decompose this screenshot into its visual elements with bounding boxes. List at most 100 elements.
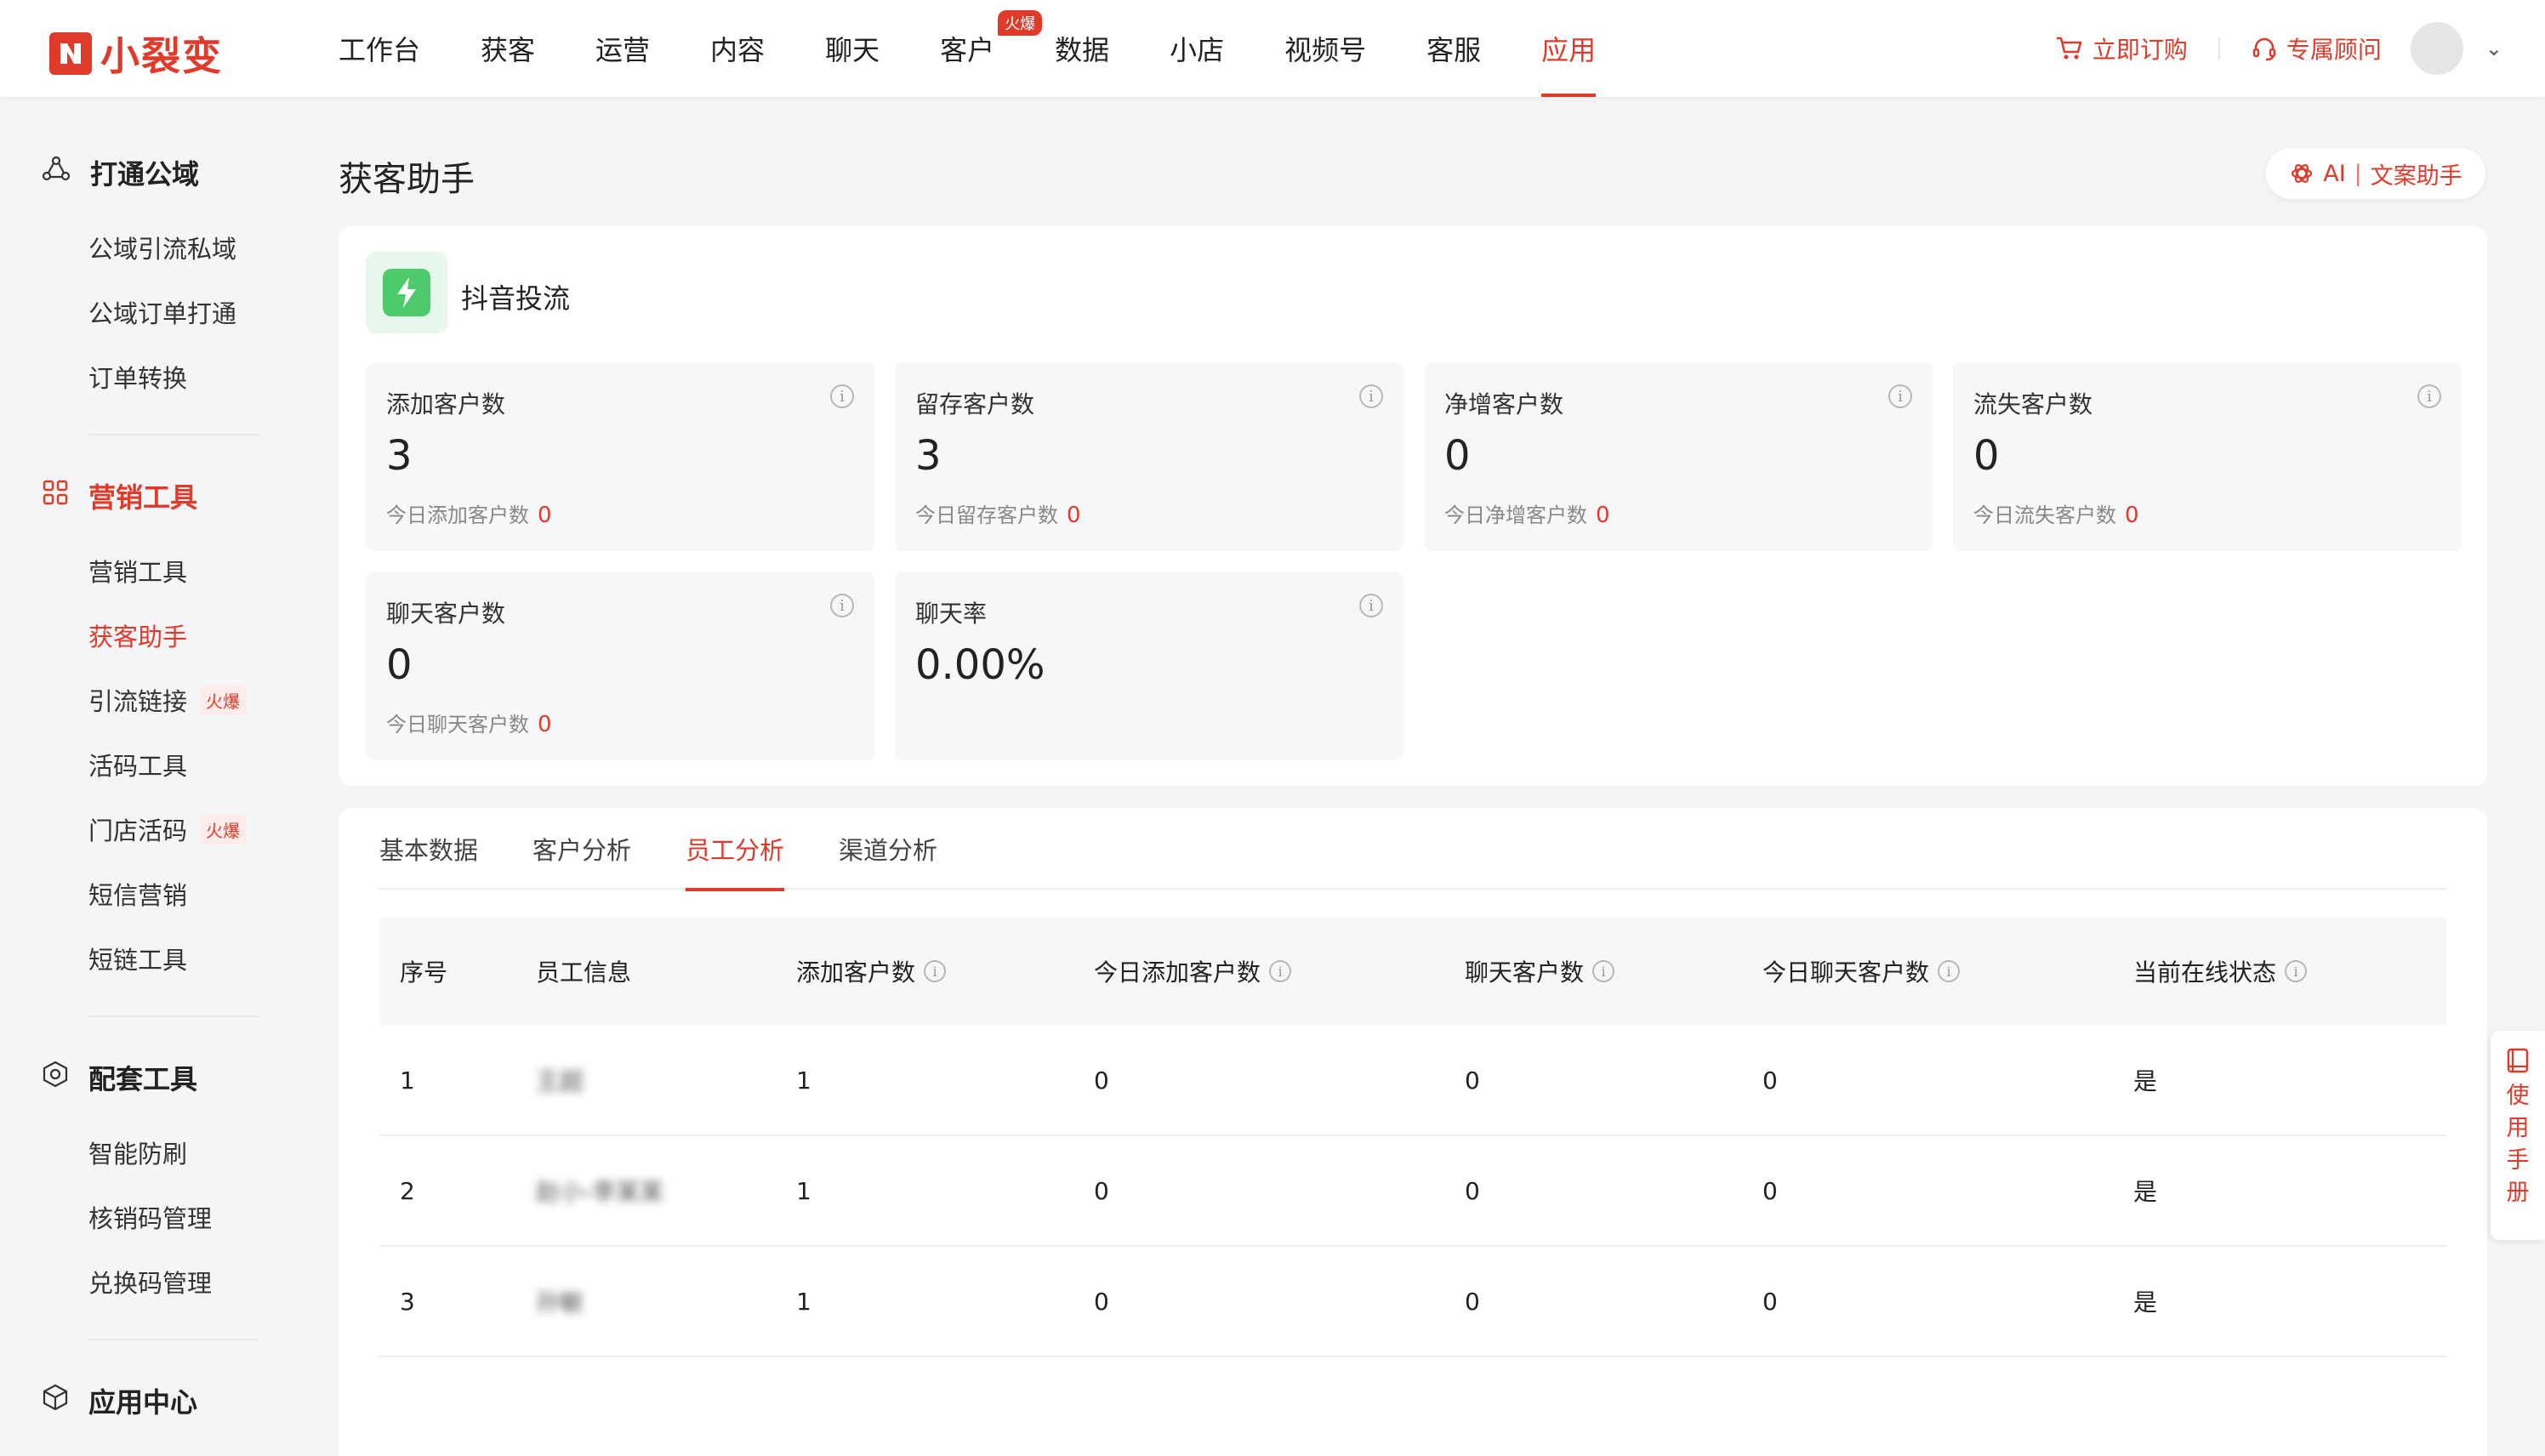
sidebar-item[interactable]: 短信营销 [88, 876, 187, 912]
info-icon[interactable]: i [1592, 960, 1615, 982]
main-nav: 工作台 获客 运营 内容 聊天 客户 火爆 数据 小店 视频号 客服 应用 [339, 0, 1656, 97]
sidebar-item[interactable]: 核销码管理 [88, 1199, 212, 1235]
info-icon[interactable]: i [830, 384, 854, 408]
manual-char: 手 [2506, 1147, 2530, 1174]
sidebar-item[interactable]: 营销工具 [88, 553, 187, 589]
nav-item-7[interactable]: 小店 [1170, 0, 1224, 97]
nav-item-4[interactable]: 聊天 [825, 0, 880, 97]
logo[interactable]: 小裂变 [49, 26, 223, 82]
table-cell: 1 [796, 1287, 811, 1316]
table-cell: 0 [1465, 1287, 1480, 1316]
stat-card: 聊天客户数 i 0 今日聊天客户数 0 [366, 572, 874, 760]
nav-item-6[interactable]: 数据 [1055, 0, 1109, 97]
nav-label: 应用 [1541, 34, 1597, 66]
nav-item-2[interactable]: 运营 [595, 0, 650, 97]
column-header: 序号 [400, 954, 447, 988]
logo-mark-icon [49, 32, 92, 75]
ai-copywriter-button[interactable]: AI | 文案助手 [2266, 148, 2485, 199]
sidebar-item[interactable]: 公域订单打通 [88, 294, 236, 330]
info-icon[interactable]: i [924, 960, 947, 982]
stat-card: 留存客户数 i 3 今日留存客户数 0 [895, 362, 1403, 551]
sidebar-section-1[interactable]: 营销工具 [41, 476, 197, 515]
nav-item-9[interactable]: 客服 [1426, 0, 1481, 97]
column-header-label: 序号 [400, 958, 448, 987]
sidebar: 打通公域 公域引流私域 公域订单打通 订单转换 营销工具 营销工具 获客助手 引流链接 火爆 活码… [0, 97, 306, 1456]
sidebar-item-label: 营销工具 [88, 558, 188, 587]
sidebar-item[interactable]: 短链工具 [88, 941, 187, 976]
nav-label: 客服 [1426, 34, 1482, 66]
order-button[interactable]: 立即订购 [2055, 31, 2188, 65]
nav-item-0[interactable]: 工作台 [339, 0, 420, 97]
nav-label: 获客 [481, 34, 536, 66]
tab-3[interactable]: 渠道分析 [839, 808, 937, 890]
douyin-flow-icon [366, 252, 447, 333]
sidebar-item[interactable]: 引流链接 火爆 [88, 682, 248, 718]
info-icon[interactable]: i [1359, 594, 1383, 617]
sidebar-section-0[interactable]: 打通公域 [41, 153, 199, 192]
nav-item-10[interactable]: 应用 [1541, 0, 1597, 97]
table-cell: 0 [1762, 1287, 1778, 1316]
advisor-button[interactable]: 专属顾问 [2251, 31, 2382, 65]
stat-label: 聊天客户数 [386, 600, 506, 628]
chevron-down-icon[interactable]: ⌄ [2485, 37, 2502, 60]
stat-sub-value: 0 [2125, 503, 2139, 528]
nav-item-3[interactable]: 内容 [710, 0, 765, 97]
info-icon[interactable]: i [1888, 384, 1912, 408]
table-header: 序号 员工信息 添加客户数 i 今日添加客户数 i 聊天客户数 i 今日聊天客户数 i 当前在线状态… [379, 917, 2446, 1026]
nav-item-5[interactable]: 客户 火爆 [940, 0, 1043, 97]
cube-icon [41, 1383, 70, 1419]
nav-item-8[interactable]: 视频号 [1284, 0, 1366, 97]
stat-label: 添加客户数 [386, 390, 506, 418]
info-icon[interactable]: i [1359, 384, 1383, 408]
info-icon[interactable]: i [2417, 384, 2441, 408]
table-cell: 赵小-李某某 [536, 1178, 664, 1206]
tab-2[interactable]: 员工分析 [686, 808, 785, 891]
table-cell: 是 [2133, 1288, 2158, 1317]
stat-value: 0 [386, 641, 413, 689]
sidebar-divider [88, 1015, 259, 1017]
sidebar-section-2[interactable]: 配套工具 [41, 1058, 197, 1097]
stat-card: 添加客户数 i 3 今日添加客户数 0 [366, 362, 874, 551]
nav-item-1[interactable]: 获客 [481, 0, 535, 97]
nav-label: 聊天 [825, 34, 880, 66]
tab-0[interactable]: 基本数据 [379, 808, 478, 890]
user-manual-button[interactable]: 使用手册 [2491, 1031, 2545, 1240]
analysis-tabs: 基本数据 客户分析 员工分析 渠道分析 [379, 808, 2446, 891]
sidebar-item[interactable]: 门店活码 火爆 [88, 811, 248, 847]
sidebar-item[interactable]: 获客助手 [88, 617, 187, 653]
table-cell: 0 [1465, 1176, 1480, 1205]
stat-sub-value: 0 [538, 503, 552, 528]
cloud-share-icon [41, 154, 71, 191]
stat-sub-label: 今日聊天客户数 [386, 713, 529, 737]
staff-table: 序号 员工信息 添加客户数 i 今日添加客户数 i 聊天客户数 i 今日聊天客户数 i 当前在线状态… [379, 917, 2446, 1357]
sidebar-item[interactable]: 兑换码管理 [88, 1264, 212, 1300]
sidebar-item[interactable]: 订单转换 [88, 359, 187, 395]
info-icon[interactable]: i [1938, 960, 1961, 982]
info-icon[interactable]: i [830, 594, 854, 617]
sidebar-item-label: 活码工具 [88, 752, 188, 781]
nav-label: 内容 [710, 34, 766, 66]
table-cell: 是 [2133, 1067, 2158, 1095]
nav-label: 客户 [940, 34, 995, 66]
sidebar-item[interactable]: 智能防刷 [88, 1135, 187, 1170]
stat-sub-label: 今日流失客户数 [1973, 503, 2116, 527]
table-cell: 1 [796, 1176, 811, 1205]
logo-text: 小裂变 [100, 33, 223, 79]
tab-1[interactable]: 客户分析 [532, 808, 631, 890]
table-cell: 0 [1094, 1176, 1109, 1205]
info-icon[interactable]: i [1269, 960, 1292, 982]
stat-sub: 今日添加客户数 0 [386, 498, 552, 528]
sidebar-item-label: 短链工具 [88, 946, 188, 975]
hot-tag: 火爆 [199, 814, 248, 845]
nav-label: 运营 [595, 34, 651, 66]
sidebar-section-3[interactable]: 应用中心 [41, 1381, 197, 1420]
stat-sub-value: 0 [1067, 503, 1081, 528]
table-cell: 王超 [536, 1067, 584, 1095]
avatar[interactable] [2410, 22, 2463, 75]
sidebar-item[interactable]: 公域引流私域 [88, 230, 236, 265]
info-icon[interactable]: i [2285, 960, 2308, 982]
table-cell: 0 [1762, 1176, 1778, 1205]
sidebar-section-title: 营销工具 [88, 481, 198, 514]
sidebar-item[interactable]: 活码工具 [88, 747, 187, 782]
manual-char: 用 [2506, 1115, 2530, 1141]
